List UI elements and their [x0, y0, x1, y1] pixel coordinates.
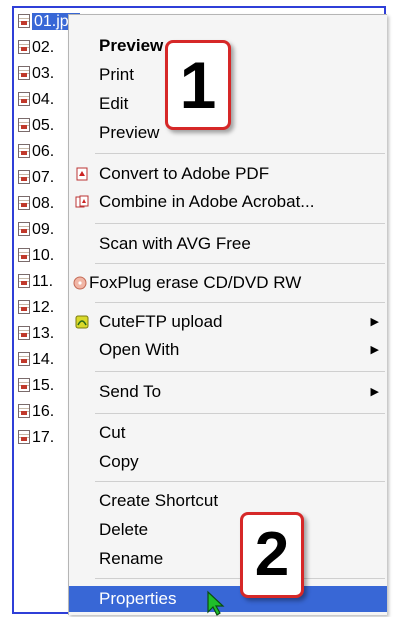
step-callout-2: 2: [240, 512, 304, 598]
menu-item-scan-avg[interactable]: Scan with AVG Free: [69, 231, 387, 257]
step-callout-1: 1: [165, 40, 231, 130]
menu-item-cuteftp[interactable]: CuteFTP upload ▶: [69, 309, 387, 335]
menu-separator: [95, 413, 385, 414]
menu-item-cut[interactable]: Cut: [69, 420, 387, 446]
menu-separator: [95, 481, 385, 482]
menu-separator: [95, 371, 385, 372]
submenu-arrow-icon: ▶: [370, 316, 379, 328]
mouse-cursor-icon: [207, 590, 225, 616]
menu-item-delete[interactable]: Delete: [69, 517, 387, 543]
menu-item-combine-acrobat[interactable]: Combine in Adobe Acrobat...: [69, 189, 387, 215]
menu-item-rename[interactable]: Rename: [69, 546, 387, 572]
menu-separator: [95, 153, 385, 154]
menu-separator: [95, 223, 385, 224]
foxplug-disc-icon: [73, 276, 87, 290]
adobe-acrobat-icon: [75, 195, 89, 208]
submenu-arrow-icon: ▶: [370, 344, 379, 356]
menu-item-properties[interactable]: Properties: [69, 586, 387, 612]
adobe-pdf-icon: [76, 167, 88, 181]
menu-item-convert-pdf[interactable]: Convert to Adobe PDF: [69, 161, 387, 187]
menu-item-copy[interactable]: Copy: [69, 449, 387, 475]
menu-separator: [95, 263, 385, 264]
menu-item-foxplug[interactable]: FoxPlug erase CD/DVD RW: [69, 270, 387, 296]
submenu-arrow-icon: ▶: [370, 386, 379, 398]
menu-item-send-to[interactable]: Send To ▶: [69, 379, 387, 405]
cuteftp-icon: [75, 315, 89, 329]
menu-separator: [95, 302, 385, 303]
menu-item-open-with[interactable]: Open With ▶: [69, 337, 387, 363]
menu-item-create-shortcut[interactable]: Create Shortcut: [69, 488, 387, 514]
